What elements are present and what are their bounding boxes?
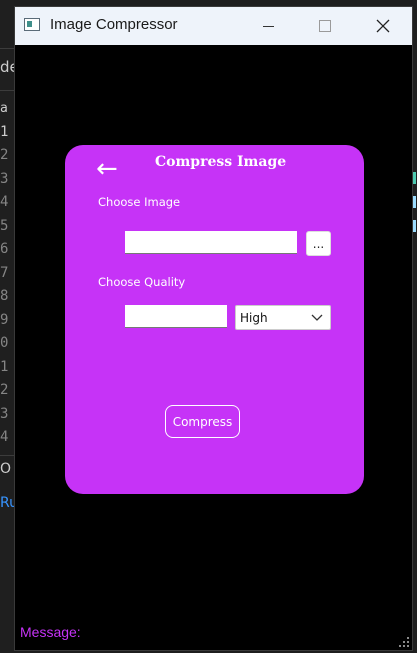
title-bar[interactable]: Image Compressor bbox=[15, 7, 412, 45]
card-title: Compress Image bbox=[155, 154, 287, 170]
line-number: 2 bbox=[0, 382, 9, 398]
line-number: 3 bbox=[0, 170, 9, 187]
line-number: 6 bbox=[0, 241, 9, 257]
resize-grip-icon[interactable] bbox=[398, 636, 410, 648]
line-number: 4 bbox=[0, 194, 9, 210]
background-panel-fragment: O bbox=[0, 461, 12, 477]
choose-image-label: Choose Image bbox=[98, 195, 181, 209]
code-fragment bbox=[413, 196, 416, 208]
minimize-button[interactable] bbox=[245, 7, 291, 45]
maximize-button[interactable] bbox=[302, 7, 348, 45]
compress-card: ← Compress Image Choose Image ... Choose… bbox=[65, 145, 364, 494]
background-editor-right-strip bbox=[413, 0, 417, 653]
divider bbox=[0, 90, 14, 91]
line-number: 2 bbox=[0, 147, 9, 163]
maximize-icon bbox=[319, 20, 331, 32]
line-number: 0 bbox=[0, 335, 9, 351]
line-number: 7 bbox=[0, 264, 9, 281]
quality-input[interactable] bbox=[125, 305, 227, 328]
choose-quality-label: Choose Quality bbox=[98, 275, 186, 289]
background-panel-fragment-link: Ru bbox=[0, 495, 14, 511]
divider bbox=[0, 48, 14, 49]
browse-button[interactable]: ... bbox=[306, 231, 331, 256]
close-icon bbox=[376, 19, 390, 33]
chevron-down-icon bbox=[311, 314, 323, 321]
line-number: 1 bbox=[0, 358, 9, 375]
image-path-input[interactable] bbox=[125, 231, 297, 254]
divider bbox=[0, 455, 14, 456]
minimize-icon bbox=[262, 25, 274, 27]
app-icon-pane bbox=[27, 21, 32, 27]
app-window-icon bbox=[24, 18, 40, 31]
compress-button[interactable]: Compress bbox=[165, 405, 240, 438]
close-button[interactable] bbox=[360, 7, 406, 45]
window-title: Image Compressor bbox=[50, 16, 178, 33]
status-message-label: Message: bbox=[20, 624, 81, 640]
quality-selected-value: High bbox=[240, 311, 268, 325]
code-fragment bbox=[413, 172, 416, 184]
back-arrow-icon[interactable]: ← bbox=[96, 154, 118, 184]
line-number: a bbox=[0, 101, 8, 116]
line-number: 5 bbox=[0, 217, 9, 234]
line-number: 1 bbox=[0, 123, 9, 140]
background-editor-left-strip: de a 1 2 3 4 5 6 7 8 9 0 1 2 3 4 O Ru bbox=[0, 0, 14, 653]
background-line-numbers: a 1 2 3 4 5 6 7 8 9 0 1 2 3 4 bbox=[0, 97, 8, 450]
background-tab-fragment: de bbox=[0, 58, 14, 76]
code-fragment bbox=[413, 220, 416, 232]
app-window: Image Compressor ← Compress Image Choose… bbox=[14, 6, 413, 651]
quality-dropdown[interactable]: High bbox=[235, 305, 331, 330]
line-number: 9 bbox=[0, 311, 9, 328]
line-number: 8 bbox=[0, 288, 9, 304]
line-number: 4 bbox=[0, 429, 9, 445]
line-number: 3 bbox=[0, 405, 9, 422]
